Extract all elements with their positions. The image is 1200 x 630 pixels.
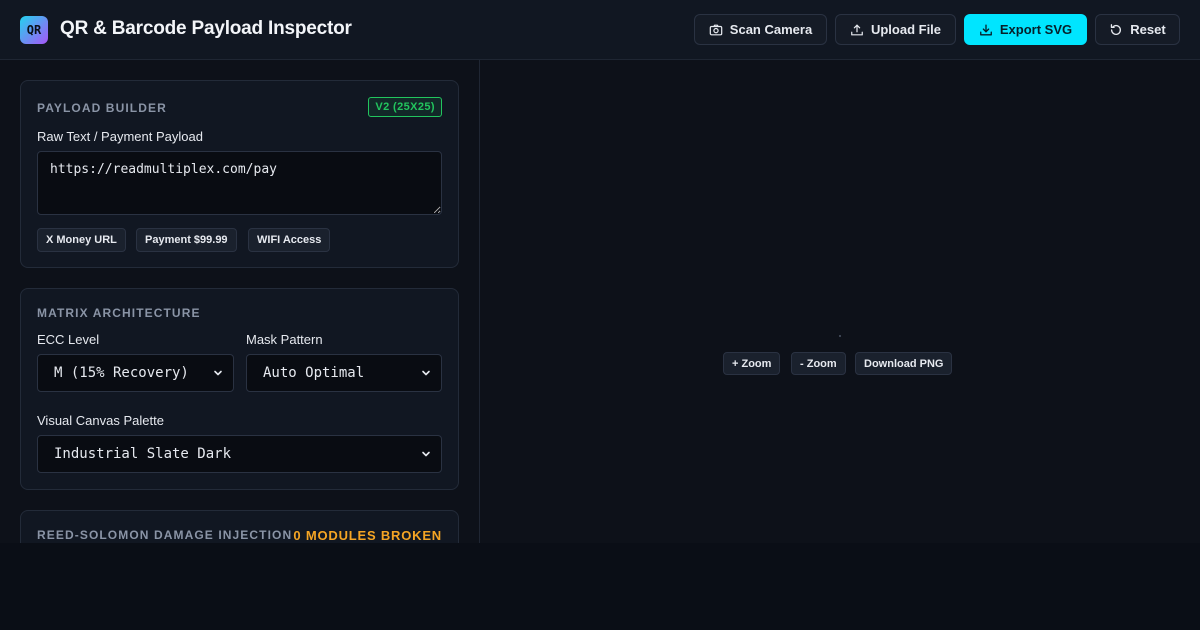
matrix-architecture-card: MATRIX ARCHITECTURE ECC Level M (15% Rec… bbox=[20, 288, 459, 490]
chevron-down-icon bbox=[422, 451, 430, 457]
upload-file-button[interactable]: Upload File bbox=[835, 14, 956, 45]
download-png-button[interactable]: Download PNG bbox=[855, 352, 953, 375]
damage-injection-title: REED-SOLOMON DAMAGE INJECTION bbox=[37, 528, 293, 542]
zoom-out-button[interactable]: - Zoom bbox=[791, 352, 846, 375]
export-svg-button[interactable]: Export SVG bbox=[964, 14, 1087, 45]
app-window: QR QR & Barcode Payload Inspector Scan C… bbox=[0, 0, 1200, 543]
payload-textarea[interactable]: https://readmultiplex.com/pay bbox=[37, 151, 442, 215]
matrix-architecture-title: MATRIX ARCHITECTURE bbox=[37, 306, 201, 320]
preset-x-money-url[interactable]: X Money URL bbox=[37, 228, 126, 252]
control-sidebar[interactable]: PAYLOAD BUILDER V2 (25X25) Raw Text / Pa… bbox=[0, 60, 480, 543]
mask-pattern-value: Auto Optimal bbox=[263, 365, 365, 381]
camera-icon bbox=[709, 24, 723, 35]
chevron-down-icon bbox=[214, 370, 222, 376]
upload-icon bbox=[851, 24, 863, 35]
upload-file-label: Upload File bbox=[870, 22, 942, 37]
app-title: QR & Barcode Payload Inspector bbox=[60, 18, 352, 39]
qr-canvas-stage[interactable]: + Zoom - Zoom Download PNG bbox=[481, 60, 1200, 543]
damage-injection-card: REED-SOLOMON DAMAGE INJECTION 0 MODULES … bbox=[20, 510, 459, 543]
export-svg-label: Export SVG bbox=[999, 22, 1073, 37]
download-icon bbox=[979, 24, 992, 35]
payload-field-label: Raw Text / Payment Payload bbox=[37, 129, 203, 144]
zoom-in-button[interactable]: + Zoom bbox=[723, 352, 781, 375]
mask-pattern-select[interactable]: Auto Optimal bbox=[246, 354, 442, 392]
palette-value: Industrial Slate Dark bbox=[54, 446, 232, 462]
scan-camera-button[interactable]: Scan Camera bbox=[694, 14, 827, 45]
preset-payment[interactable]: Payment $99.99 bbox=[136, 228, 237, 252]
mask-pattern-label: Mask Pattern bbox=[246, 332, 323, 347]
preset-wifi-access[interactable]: WIFI Access bbox=[248, 228, 331, 252]
chevron-down-icon bbox=[422, 370, 430, 376]
payload-builder-card: PAYLOAD BUILDER V2 (25X25) Raw Text / Pa… bbox=[20, 80, 459, 268]
reset-label: Reset bbox=[1130, 22, 1166, 37]
palette-label: Visual Canvas Palette bbox=[37, 413, 164, 428]
scan-camera-label: Scan Camera bbox=[729, 22, 813, 37]
reset-button[interactable]: Reset bbox=[1095, 14, 1180, 45]
ecc-level-value: M (15% Recovery) bbox=[54, 365, 189, 381]
palette-select[interactable]: Industrial Slate Dark bbox=[37, 435, 442, 473]
payload-builder-title: PAYLOAD BUILDER bbox=[37, 101, 167, 115]
reset-icon bbox=[1111, 23, 1122, 35]
top-bar: QR QR & Barcode Payload Inspector Scan C… bbox=[0, 0, 1200, 60]
ecc-level-label: ECC Level bbox=[37, 332, 100, 347]
broken-modules-count: 0 MODULES BROKEN bbox=[293, 528, 442, 543]
qr-canvas bbox=[839, 335, 841, 337]
ecc-level-select[interactable]: M (15% Recovery) bbox=[37, 354, 234, 392]
version-badge: V2 (25X25) bbox=[368, 97, 442, 117]
app-logo: QR bbox=[20, 16, 48, 44]
